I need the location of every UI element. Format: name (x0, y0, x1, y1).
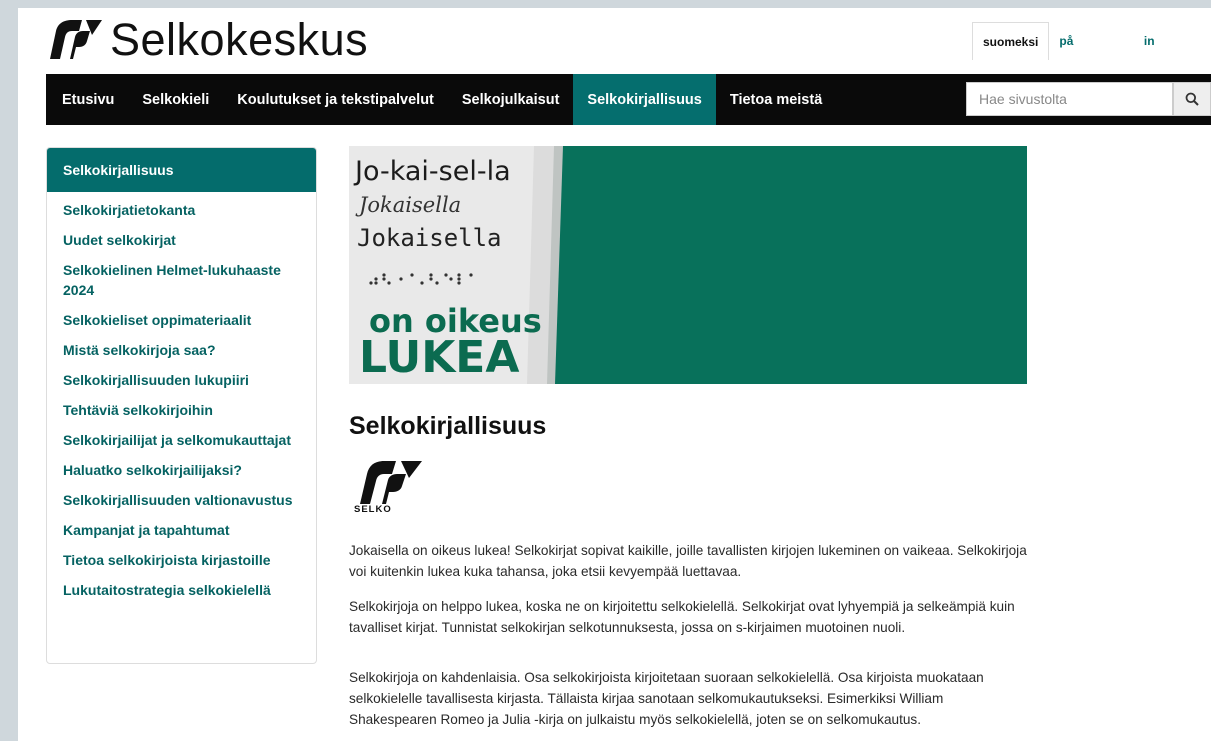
banner-line-3: Jokaisella (357, 224, 502, 252)
sidebar-item-kampanjat[interactable]: Kampanjat ja tapahtumat (47, 520, 316, 540)
sidebar-item-selkokirjailijat[interactable]: Selkokirjailijat ja selkomukauttajat (47, 430, 316, 450)
sidebar-item-selkokirjatietokanta[interactable]: Selkokirjatietokanta (47, 200, 316, 220)
banner-line-5: LUKEA (359, 332, 519, 383)
banner-line-2: Jokaisella (355, 193, 461, 217)
search-input[interactable] (966, 82, 1173, 116)
sidebar-item-kirjastoille[interactable]: Tietoa selkokirjoista kirjastoille (47, 550, 316, 570)
selko-badge-label: SELKO (354, 504, 392, 515)
content-paragraph-3: Selkokirjoja on kahdenlaisia. Osa selkok… (349, 670, 984, 727)
page-title: Selkokirjallisuus (349, 412, 547, 440)
lang-english[interactable]: in English (1134, 22, 1211, 86)
nav-item-selkojulkaisut[interactable]: Selkojulkaisut (448, 74, 574, 125)
sidebar-list: Selkokirjatietokanta Uudet selkokirjat S… (47, 192, 316, 600)
sidebar-item-oppimateriaalit[interactable]: Selkokieliset oppimateriaalit (47, 310, 316, 330)
window-frame-top (0, 0, 1211, 8)
nav-item-selkokieli[interactable]: Selkokieli (128, 74, 223, 125)
nav-item-tietoa-meista[interactable]: Tietoa meistä (716, 74, 836, 125)
search-button[interactable] (1173, 82, 1211, 116)
nav-item-selkokirjallisuus[interactable]: Selkokirjallisuus (573, 74, 716, 125)
hero-banner: Jo-kai-sel-la Jokaisella Jokaisella on o… (349, 146, 1027, 384)
site-title: Selkokeskus (110, 13, 369, 65)
nav-item-koulutukset[interactable]: Koulutukset ja tekstipalvelut (223, 74, 448, 125)
sidebar-item-lukupiiri[interactable]: Selkokirjallisuuden lukupiiri (47, 370, 316, 390)
sidebar-item-uudet-selkokirjat[interactable]: Uudet selkokirjat (47, 230, 316, 250)
sidebar-item-lukutaitostrategia[interactable]: Lukutaitostrategia selkokielellä (47, 580, 316, 600)
sidebar-item-tehtavia[interactable]: Tehtäviä selkokirjoihin (47, 400, 316, 420)
content-paragraph-2: Selkokirjoja on helppo lukea, koska ne o… (349, 599, 1015, 635)
language-switcher: suomeksi på svenska in English (972, 22, 1211, 86)
nav-item-etusivu[interactable]: Etusivu (46, 74, 128, 125)
site-logo[interactable]: Selkokeskus (46, 14, 368, 64)
sidebar-item-helmet-lukuhaaste[interactable]: Selkokielinen Helmet-lukuhaaste 2024 (47, 260, 316, 300)
sidebar-item-haluatko-selkokirjailijaksi[interactable]: Haluatko selkokirjailijaksi? (47, 460, 316, 480)
content-paragraph-1: Jokaisella on oikeus lukea! Selkokirjat … (349, 543, 1027, 579)
window-frame-left (0, 0, 18, 741)
sidebar-item-valtionavustus[interactable]: Selkokirjallisuuden valtionavustus (47, 490, 316, 510)
banner-line-1: Jo-kai-sel-la (353, 156, 511, 187)
search-icon (1185, 92, 1199, 106)
sidebar: Selkokirjallisuus Selkokirjatietokanta U… (46, 147, 317, 664)
sidebar-item-mista-selkokirjoja[interactable]: Mistä selkokirjoja saa? (47, 340, 316, 360)
sidebar-title[interactable]: Selkokirjallisuus (47, 148, 316, 192)
selko-logo-icon (50, 20, 102, 59)
lang-swedish[interactable]: på svenska (1049, 22, 1134, 86)
lang-finnish[interactable]: suomeksi (972, 22, 1050, 60)
